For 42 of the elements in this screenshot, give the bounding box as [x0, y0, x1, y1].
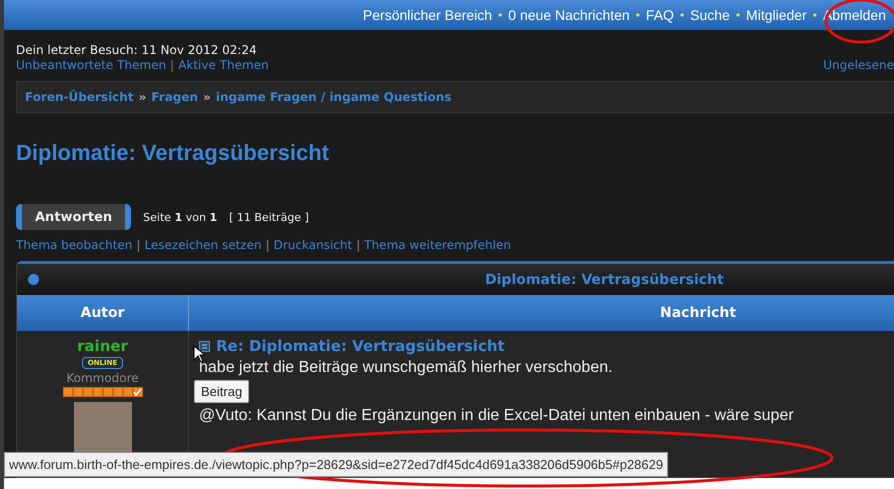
- nav-link[interactable]: 0 neue Nachrichten: [508, 7, 630, 23]
- quick-link[interactable]: Aktive Themen: [178, 58, 269, 72]
- nav-link[interactable]: FAQ: [646, 7, 674, 23]
- topic-tool-link[interactable]: Lesezeichen setzen: [144, 238, 262, 252]
- post-icon[interactable]: [199, 340, 210, 352]
- bullet-separator: •: [636, 8, 640, 22]
- link-separator: |: [356, 238, 360, 252]
- quick-link[interactable]: Ungelesene: [823, 58, 894, 72]
- breadcrumb-link[interactable]: Foren-Übersicht: [25, 90, 134, 104]
- last-visit-text: Dein letzter Besuch: 11 Nov 2012 02:24: [16, 43, 258, 57]
- post-text: @Vuto: Kannst Du die Ergänzungen in die Excel-Datei unten einbauen - wäre super: [199, 407, 794, 425]
- topic-tool-link[interactable]: Druckansicht: [274, 238, 352, 252]
- link-separator: |: [170, 58, 174, 72]
- topic-tool-link[interactable]: Thema weiterempfehlen: [364, 238, 511, 252]
- link-separator: |: [266, 238, 270, 252]
- breadcrumb-separator: »: [138, 90, 146, 104]
- topic-tool-link[interactable]: Thema beobachten: [16, 238, 132, 252]
- bullet-separator: •: [812, 8, 817, 22]
- breadcrumb-link[interactable]: Fragen: [151, 90, 198, 104]
- quick-link[interactable]: Unbeantwortete Themen: [16, 58, 166, 72]
- breadcrumb-separator: »: [203, 90, 211, 104]
- topic-title: Diplomatie: Vertragsübersicht: [16, 140, 330, 167]
- pagination-text: Seite 1 von 1: [143, 210, 218, 224]
- status-bar-url: www.forum.birth-of-the-empires.de./viewtopic.php?p=28629&sid=e272ed7df45dc4d691a338206d5906b5#p28629: [4, 452, 668, 477]
- bullet-separator: •: [498, 8, 502, 22]
- tooltip: Beitrag: [194, 380, 250, 403]
- bullet-separator: •: [736, 8, 740, 22]
- bullet-icon: [28, 274, 39, 285]
- nav-link[interactable]: Persönlicher Bereich: [362, 7, 492, 23]
- bullet-separator: •: [680, 8, 684, 22]
- author-name[interactable]: rainer: [77, 337, 128, 355]
- post-count: [ 11 Beiträge ]: [229, 210, 309, 224]
- table-title: Diplomatie: Vertragsübersicht: [485, 272, 724, 288]
- link-separator: |: [136, 238, 140, 252]
- rank-title: Kommodore: [66, 371, 139, 385]
- reply-button[interactable]: Antworten: [16, 204, 132, 230]
- nav-link[interactable]: Suche: [690, 7, 730, 23]
- nav-link[interactable]: Mitglieder: [746, 7, 807, 23]
- post-text: habe jetzt die Beiträge wunschgemäß hierher verschoben.: [199, 359, 614, 377]
- breadcrumb-link[interactable]: ingame Fragen / ingame Questions: [216, 90, 452, 104]
- column-header: Nachricht: [659, 305, 736, 321]
- post-subject-link[interactable]: Re: Diplomatie: Vertragsübersicht: [216, 337, 505, 355]
